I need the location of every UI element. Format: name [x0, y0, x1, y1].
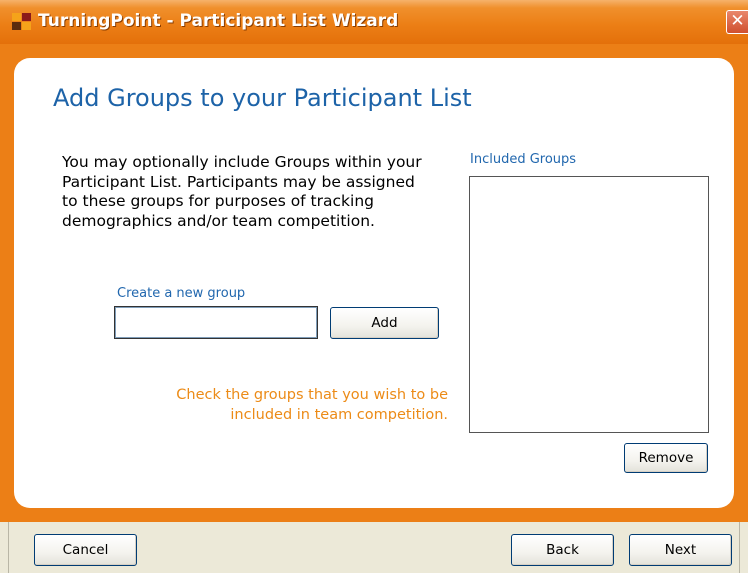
back-button[interactable]: Back: [511, 534, 614, 566]
footer-divider: [8, 522, 9, 573]
included-groups-label: Included Groups: [470, 152, 577, 167]
close-icon: ✕: [730, 11, 745, 31]
team-competition-note: Check the groups that you wish to be inc…: [120, 385, 448, 425]
close-button[interactable]: ✕: [726, 10, 748, 34]
next-button[interactable]: Next: [629, 534, 732, 566]
note-line: Check the groups that you wish to be: [176, 387, 448, 403]
window-title: TurningPoint - Participant List Wizard: [38, 11, 399, 31]
title-bar[interactable]: TurningPoint - Participant List Wizard ✕: [0, 0, 748, 44]
add-button[interactable]: Add: [330, 307, 439, 339]
create-group-label: Create a new group: [117, 286, 246, 301]
turningpoint-logo-icon: [12, 13, 32, 31]
description-text: You may optionally include Groups within…: [62, 153, 457, 231]
page-title: Add Groups to your Participant List: [53, 84, 472, 112]
cancel-button[interactable]: Cancel: [34, 534, 137, 566]
description-line: demographics and/or team competition.: [62, 211, 375, 230]
note-line: included in team competition.: [230, 407, 448, 423]
included-groups-list[interactable]: [469, 176, 709, 433]
new-group-input[interactable]: [114, 306, 318, 339]
description-line: Participant List. Participants may be as…: [62, 172, 415, 191]
wizard-window: TurningPoint - Participant List Wizard ✕…: [0, 0, 748, 573]
description-line: You may optionally include Groups within…: [62, 153, 422, 171]
description-line: to these groups for purposes of tracking: [62, 192, 374, 210]
remove-button[interactable]: Remove: [624, 443, 708, 473]
footer-divider: [739, 522, 740, 573]
